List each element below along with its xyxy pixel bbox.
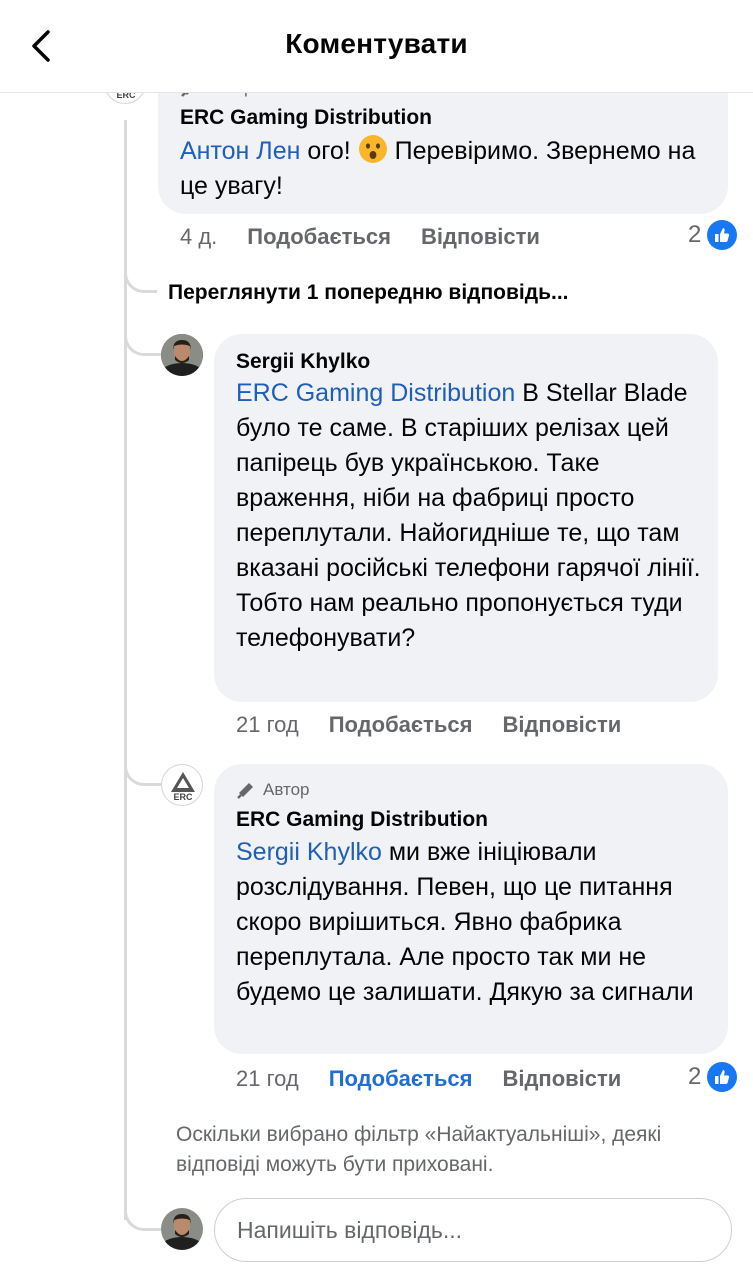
thumbs-up-icon (707, 1062, 738, 1092)
comment-bubble: Sergii Khylko ERC Gaming Distribution В … (214, 334, 718, 702)
top-bar: Коментувати (0, 0, 753, 93)
comment-text: Антон Лен ого! Перевіримо. Звернемо на ц… (180, 134, 715, 204)
author-badge: Автор (236, 780, 310, 800)
comment-actions: 21 год Подобається Відповісти (236, 1066, 621, 1092)
avatar[interactable]: ERC (161, 764, 203, 806)
author-tag-label: Автор (263, 780, 310, 799)
reply-button[interactable]: Відповісти (502, 1066, 621, 1092)
comment-author[interactable]: Sergii Khylko (236, 350, 370, 374)
comment-actions: 4 д. Подобається Відповісти (180, 224, 540, 250)
view-previous-replies-link[interactable]: Переглянути 1 попередню відповідь... (168, 281, 569, 305)
like-button[interactable]: Подобається (329, 1066, 473, 1092)
comment-actions: 21 год Подобається Відповісти (236, 712, 621, 738)
likes-count: 2 (688, 1063, 702, 1090)
comment-author[interactable]: ERC Gaming Distribution (180, 106, 432, 130)
comment-text: Sergii Khylko ми вже ініціювали розсліду… (236, 835, 716, 1010)
thread-connector (124, 305, 163, 356)
reaction-count[interactable]: 2 (688, 220, 738, 250)
user-photo-icon (161, 1208, 203, 1250)
mention-link[interactable]: Антон Лен (180, 137, 300, 165)
filter-note: Оскільки вибрано фільтр «Найактуальніші»… (176, 1123, 662, 1176)
mention-link[interactable]: Sergii Khylko (236, 838, 382, 866)
svg-text:ERC: ERC (173, 792, 193, 802)
thumbs-up-icon (707, 220, 738, 250)
reply-input[interactable]: Напишіть відповідь... (214, 1198, 732, 1262)
comment-time: 4 д. (180, 224, 218, 249)
user-photo-icon (161, 334, 203, 376)
reply-button[interactable]: Відповісти (502, 712, 621, 738)
surprised-emoji-icon (358, 135, 387, 163)
page-title: Коментувати (285, 28, 468, 59)
thread-connector (124, 250, 157, 293)
erc-logo-icon: ERC (171, 772, 195, 802)
comment-time: 21 год (236, 712, 299, 737)
thread-connector (124, 745, 163, 786)
reply-button[interactable]: Відповісти (421, 224, 540, 250)
likes-count: 2 (688, 221, 702, 248)
thread-line (124, 120, 127, 1220)
reply-input-placeholder: Напишіть відповідь... (237, 1216, 463, 1243)
comment-text-part: ого! (300, 137, 351, 165)
like-button[interactable]: Подобається (247, 224, 391, 250)
comment-text: ERC Gaming Distribution В Stellar Blade … (236, 376, 706, 656)
avatar[interactable] (161, 334, 203, 376)
mention-link[interactable]: ERC Gaming Distribution (236, 379, 515, 407)
thread-connector (124, 1190, 163, 1231)
like-button[interactable]: Подобається (329, 712, 473, 738)
reaction-count[interactable]: 2 (688, 1062, 738, 1092)
comment-time: 21 год (236, 1066, 299, 1091)
avatar (161, 1208, 203, 1250)
comment-author[interactable]: ERC Gaming Distribution (236, 808, 488, 832)
megaphone-icon (237, 783, 253, 799)
comment-bubble: Автор ERC Gaming Distribution Sergii Khy… (214, 764, 728, 1054)
comment-text-part: В Stellar Blade було те саме. В старіших… (236, 379, 701, 652)
